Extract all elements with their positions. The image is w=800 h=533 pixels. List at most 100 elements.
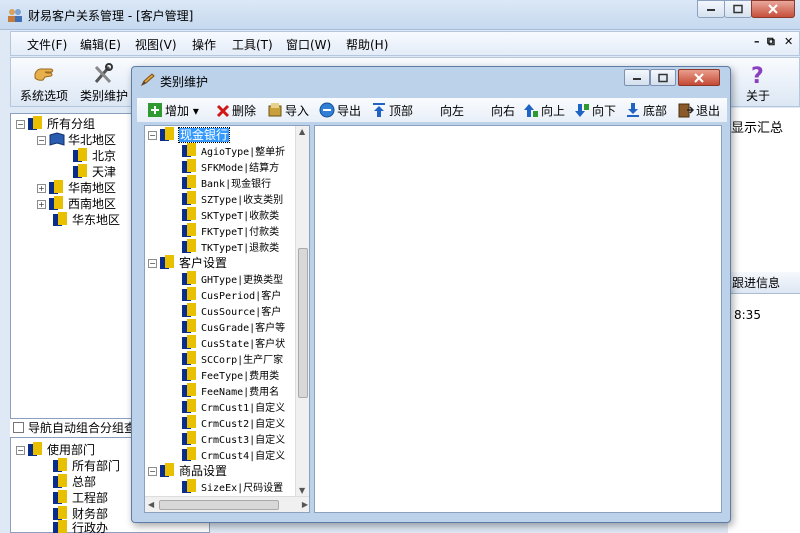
collapse-icon[interactable]: − (148, 467, 157, 476)
menu-edit[interactable]: 编辑(E) (80, 36, 121, 53)
tree-node-dept-admin[interactable]: 行政办 (53, 520, 108, 533)
tree-label: SFKMode|结算方 (201, 163, 280, 174)
menu-tools[interactable]: 工具(T) (232, 36, 273, 53)
expand-icon[interactable]: + (37, 200, 46, 209)
collapse-icon[interactable]: − (16, 120, 25, 129)
tree-item[interactable]: CrmCust4|自定义 (182, 447, 285, 463)
close-button[interactable] (751, 0, 795, 18)
tree-item[interactable]: SCCorp|生产厂家 (182, 351, 283, 367)
menu-window[interactable]: 窗口(W) (286, 36, 331, 53)
tree-label: SKTypeT|收款类 (201, 211, 280, 222)
tree-node-south[interactable]: + 华南地区 (37, 180, 116, 196)
tree-node-all-groups[interactable]: − 所有分组 (16, 116, 95, 132)
tree-node-customer-settings[interactable]: − 客户设置 (148, 255, 227, 271)
tree-item[interactable]: CrmCust3|自定义 (182, 431, 285, 447)
add-button[interactable]: 增加 ▾ (147, 102, 199, 119)
down-button[interactable]: 向下 (574, 102, 616, 119)
scroll-thumb[interactable] (298, 248, 308, 398)
tree-item[interactable]: SKTypeT|收款类 (182, 207, 279, 223)
dialog-maximize-button[interactable] (650, 69, 676, 86)
tree-node-north[interactable]: − 华北地区 (37, 132, 116, 148)
tree-node-dept-root[interactable]: − 使用部门 (16, 442, 95, 458)
tree-item[interactable]: SizeEx|尺码设置 (182, 479, 283, 495)
tree-item[interactable]: CusSource|客户 (182, 303, 281, 319)
tree-label: CrmCust2|自定义 (201, 419, 286, 430)
mdi-minimize-icon[interactable]: – (754, 35, 760, 48)
tree-item[interactable]: FeeType|费用类 (182, 367, 279, 383)
tree-item[interactable]: FeeName|费用名 (182, 383, 279, 399)
export-icon (319, 102, 335, 118)
right-button[interactable]: 向右 (491, 102, 515, 119)
exit-button[interactable]: 退出 (678, 102, 720, 119)
system-options-label: 系统选项 (19, 89, 68, 103)
tree-item[interactable]: CusPeriod|客户 (182, 287, 281, 303)
tree-item[interactable]: CusState|客户状 (182, 335, 285, 351)
tree-node-dept-eng[interactable]: 工程部 (53, 490, 108, 506)
tree-node-dept-all[interactable]: 所有部门 (53, 458, 120, 474)
expand-icon[interactable]: + (37, 184, 46, 193)
horizontal-scrollbar[interactable]: ◀ ▶ (145, 496, 309, 512)
bottom-button[interactable]: 底部 (625, 102, 667, 119)
app-icon (8, 9, 22, 22)
checkbox-icon[interactable] (13, 422, 24, 433)
tree-item[interactable]: FKTypeT|付款类 (182, 223, 279, 239)
scroll-right-icon[interactable]: ▶ (302, 500, 308, 509)
left-button[interactable]: 向左 (440, 102, 464, 119)
collapse-icon[interactable]: − (148, 259, 157, 268)
tree-label: CrmCust4|自定义 (201, 451, 286, 462)
scroll-thumb[interactable] (159, 500, 279, 510)
tree-item[interactable]: CusGrade|客户等 (182, 319, 285, 335)
show-summary-label[interactable]: 显示汇总 (731, 117, 783, 136)
folder-icon (182, 191, 196, 205)
about-button[interactable]: ? 关于 (729, 60, 787, 105)
tree-node-southwest[interactable]: + 西南地区 (37, 196, 116, 212)
tree-node-tianjin[interactable]: 天津 (73, 164, 116, 180)
system-options-button[interactable]: 系统选项 (15, 60, 73, 105)
delete-icon (216, 104, 230, 118)
tree-node-cash-bank[interactable]: − 现金银行 (148, 127, 231, 143)
tree-item[interactable]: SFKMode|结算方 (182, 159, 279, 175)
maximize-button[interactable] (724, 0, 752, 18)
category-detail-grid[interactable] (314, 125, 722, 513)
help-icon: ? (751, 64, 764, 86)
minimize-button[interactable] (697, 0, 725, 18)
collapse-icon[interactable]: − (148, 131, 157, 140)
delete-button[interactable]: 删除 (216, 102, 256, 119)
mdi-restore-icon[interactable]: ⧉ (767, 35, 775, 49)
tree-node-east[interactable]: 华东地区 (53, 212, 120, 228)
import-button[interactable]: 导入 (267, 102, 309, 119)
tree-item[interactable]: AgioType|整单折 (182, 143, 285, 159)
dialog-close-button[interactable] (678, 69, 720, 86)
export-button[interactable]: 导出 (319, 102, 361, 119)
menu-help[interactable]: 帮助(H) (346, 36, 388, 53)
folder-icon (182, 175, 196, 189)
scroll-down-icon[interactable]: ▼ (299, 486, 305, 495)
vertical-scrollbar[interactable]: ▲ ▼ (295, 126, 309, 496)
top-button[interactable]: 顶部 (371, 102, 413, 119)
scroll-up-icon[interactable]: ▲ (299, 127, 305, 136)
scroll-left-icon[interactable]: ◀ (148, 500, 154, 509)
move-top-icon (373, 103, 385, 117)
menu-action[interactable]: 操作 (192, 36, 216, 53)
tree-node-beijing[interactable]: 北京 (73, 148, 116, 164)
tab-follow-up[interactable]: 跟进信息 (728, 272, 800, 294)
tree-node-dept-hq[interactable]: 总部 (53, 474, 96, 490)
menu-file[interactable]: 文件(F) (27, 36, 67, 53)
tree-item[interactable]: CrmCust1|自定义 (182, 399, 285, 415)
folder-icon (53, 520, 67, 533)
tree-item[interactable]: TKTypeT|退款类 (182, 239, 279, 255)
category-maintenance-button[interactable]: 类别维护 (75, 60, 133, 105)
tree-item[interactable]: GHType|更换类型 (182, 271, 283, 287)
tree-item[interactable]: SZType|收支类别 (182, 191, 283, 207)
tree-item[interactable]: CrmCust2|自定义 (182, 415, 285, 431)
tree-node-product-settings[interactable]: − 商品设置 (148, 463, 227, 479)
collapse-icon[interactable]: − (37, 136, 46, 145)
mdi-close-icon[interactable]: ✕ (784, 35, 793, 48)
tree-label: 华北地区 (68, 133, 117, 147)
menu-view[interactable]: 视图(V) (135, 36, 177, 53)
tree-item[interactable]: Bank|现金银行 (182, 175, 271, 191)
up-button[interactable]: 向上 (523, 102, 565, 119)
dialog-minimize-button[interactable] (624, 69, 650, 86)
collapse-icon[interactable]: − (16, 446, 25, 455)
folder-icon (49, 196, 63, 210)
